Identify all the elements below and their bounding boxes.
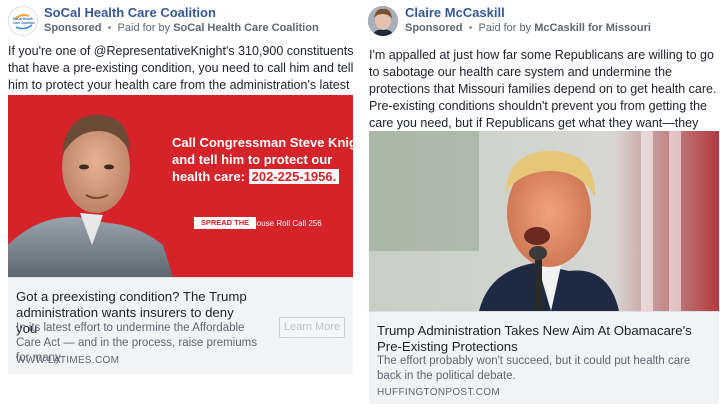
paid-for-name: SoCal Health Care Coalition	[173, 22, 319, 34]
link-domain: HUFFINGTONPOST.COM	[377, 387, 500, 398]
ad-post-mccaskill: Claire McCaskill Sponsored • Paid for by…	[364, 0, 720, 417]
paid-for-prefix: Paid for by	[478, 22, 532, 34]
advertiser-name[interactable]: SoCal Health Care Coalition	[44, 5, 216, 20]
sponsored-line: Sponsored • Paid for by McCaskill for Mi…	[405, 22, 651, 34]
profile-photo	[368, 6, 398, 36]
sponsored-label: Sponsored	[44, 22, 102, 34]
link-preview[interactable]: Got a preexisting condition? The Trump a…	[8, 277, 353, 374]
sponsored-line: Sponsored • Paid for by SoCal Health Car…	[44, 22, 319, 34]
phone-number: 202-225-1956.	[248, 169, 340, 184]
post-header: Claire McCaskill Sponsored • Paid for by…	[364, 0, 720, 38]
ad-image-knight[interactable]: Call Congressman Steve Knight and tell h…	[8, 95, 353, 277]
ad-post-socal: SoCal Health Care Coalition SoCal Health…	[0, 0, 362, 417]
bullet-separator: •	[104, 22, 115, 34]
advertiser-name[interactable]: Claire McCaskill	[405, 5, 505, 20]
link-title[interactable]: Trump Administration Takes New Aim At Ob…	[377, 323, 713, 355]
socal-logo-avatar[interactable]: SoCal Health Care Coalition	[8, 6, 38, 36]
ad-headline-line-1: Call Congressman Steve Knight	[172, 135, 353, 150]
link-preview[interactable]: Trump Administration Takes New Aim At Ob…	[369, 311, 719, 404]
roll-call-label: House Roll Call 256	[251, 219, 322, 228]
ad-image-trump[interactable]	[369, 131, 719, 311]
bullet-separator: •	[465, 22, 476, 34]
sponsored-label: Sponsored	[405, 22, 463, 34]
ad-headline-line-3: health care:	[172, 169, 245, 184]
mccaskill-avatar[interactable]	[368, 6, 398, 36]
person-photo	[8, 114, 173, 277]
link-description: The effort probably won't succeed, but i…	[377, 355, 691, 382]
link-domain: WWW.LATIMES.COM	[16, 355, 120, 366]
paid-for-name: McCaskill for Missouri	[534, 22, 651, 34]
post-header: SoCal Health Care Coalition SoCal Health…	[0, 0, 362, 38]
learn-more-button[interactable]: Learn More	[279, 317, 345, 338]
logo-text: SoCal Health Care Coalition	[13, 17, 35, 25]
person-photo	[369, 131, 719, 311]
paid-for-prefix: Paid for by	[117, 22, 171, 34]
ad-headline-line-2: and tell him to protect our	[172, 152, 333, 167]
ad-headline: Call Congressman Steve Knight and tell h…	[172, 134, 353, 185]
spread-the-word-button[interactable]: SPREAD THE WORD	[194, 217, 256, 239]
